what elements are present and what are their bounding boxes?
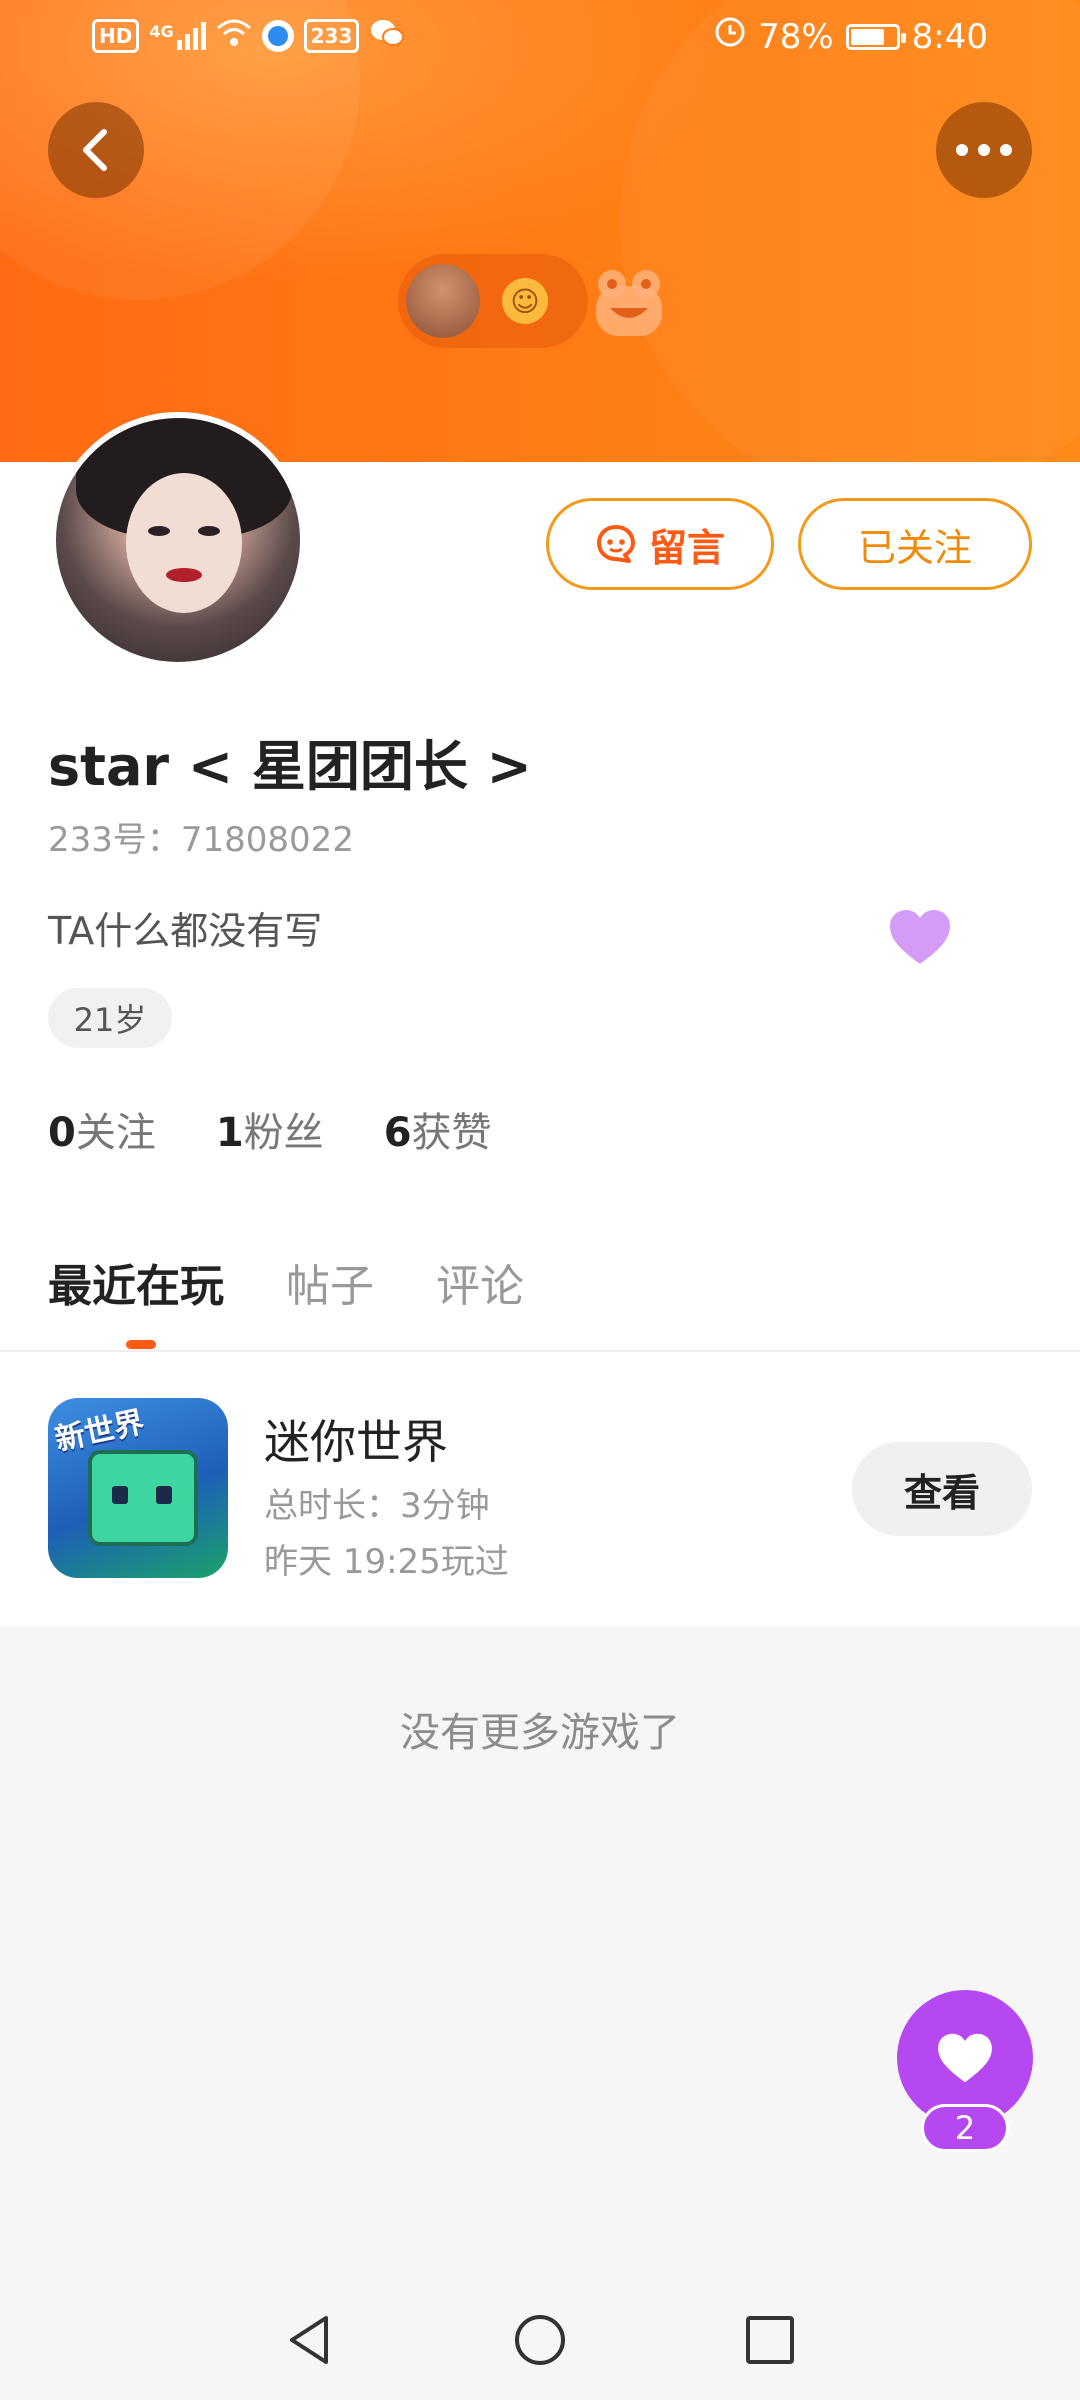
nav-back-icon[interactable] xyxy=(280,2310,340,2370)
nav-home-icon[interactable] xyxy=(510,2310,570,2370)
system-nav-bar xyxy=(0,2272,1080,2400)
alarm-icon xyxy=(714,16,746,57)
avatar[interactable] xyxy=(50,412,306,668)
game-duration: 总时长：3分钟 xyxy=(264,1486,490,1526)
stat-followers[interactable]: 1粉丝 xyxy=(216,1100,324,1158)
back-button[interactable] xyxy=(48,102,144,198)
tab-comments[interactable]: 评论 xyxy=(436,1250,524,1314)
tab-posts[interactable]: 帖子 xyxy=(286,1250,374,1314)
battery-icon xyxy=(845,23,906,50)
like-count-badge: 2 xyxy=(921,2104,1009,2152)
profile-header-banner: HD 4G 233 78% 8:40 ☺ xyxy=(0,0,1080,462)
signal-icon: 4G xyxy=(149,22,206,50)
profile-bio: TA什么都没有写 xyxy=(48,909,323,953)
app-233-icon: 233 xyxy=(303,19,360,53)
chevron-left-icon xyxy=(83,129,107,171)
message-button[interactable]: 留言 xyxy=(546,498,774,590)
status-bar: HD 4G 233 78% 8:40 xyxy=(0,0,1080,80)
visitor-pill[interactable]: ☺ xyxy=(398,254,588,348)
profile-stats: 0关注 1粉丝 6获赞 xyxy=(48,1100,492,1158)
wechat-icon xyxy=(369,18,405,54)
stat-following[interactable]: 0关注 xyxy=(48,1100,156,1158)
heart-decoration-icon xyxy=(888,908,952,970)
chat-bubble-icon xyxy=(596,525,635,563)
more-button[interactable] xyxy=(936,102,1032,198)
svg-text:✦: ✦ xyxy=(588,262,597,269)
wifi-icon xyxy=(216,18,252,54)
tab-recent-games[interactable]: 最近在玩 xyxy=(48,1250,224,1314)
list-end-text: 没有更多游戏了 xyxy=(400,1710,680,1756)
frog-sticker-icon: ✦ xyxy=(582,248,670,342)
game-icon: 新世界 xyxy=(48,1398,228,1578)
battery-percent: 78% xyxy=(758,16,834,57)
stat-likes[interactable]: 6获赞 xyxy=(384,1100,492,1158)
user-id: 233号：71808022 xyxy=(48,820,354,860)
game-last-played: 昨天 19:25玩过 xyxy=(264,1542,509,1582)
profile-name: star < 星团团长 > xyxy=(48,735,532,798)
active-tab-indicator xyxy=(126,1340,156,1349)
hd-icon: HD xyxy=(92,19,140,53)
clock: 8:40 xyxy=(911,16,988,57)
visitor-avatar xyxy=(406,264,480,338)
follow-button[interactable]: 已关注 xyxy=(798,498,1032,590)
tabs-divider xyxy=(0,1350,1080,1352)
follow-button-label: 已关注 xyxy=(857,525,972,570)
browser-app-icon xyxy=(261,20,294,52)
view-game-button[interactable]: 查看 xyxy=(852,1442,1032,1536)
profile-tabs: 最近在玩 帖子 评论 xyxy=(48,1250,524,1314)
list-item[interactable]: 新世界 迷你世界 总时长：3分钟 昨天 19:25玩过 查看 xyxy=(0,1370,1080,1625)
more-dots-icon xyxy=(956,144,1012,156)
heart-icon xyxy=(938,2033,992,2083)
game-title: 迷你世界 xyxy=(264,1415,448,1469)
message-button-label: 留言 xyxy=(648,525,725,570)
nav-recents-icon[interactable] xyxy=(740,2310,800,2370)
age-tag: 21岁 xyxy=(48,988,172,1048)
smile-emoji-icon: ☺ xyxy=(502,278,548,324)
